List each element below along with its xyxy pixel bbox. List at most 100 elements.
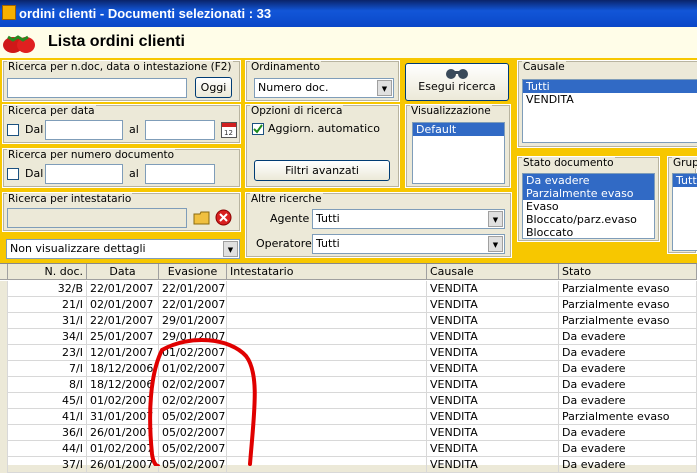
stato-item-bloccato-parz[interactable]: Bloccato/parz.evaso [523, 213, 654, 226]
row-selector[interactable] [0, 345, 8, 361]
chevron-down-icon[interactable]: ▼ [223, 241, 238, 257]
group-list[interactable]: Tutti [672, 173, 697, 251]
cell-data: 26/01/2007 [87, 425, 159, 441]
run-search-button[interactable]: Esegui ricerca [405, 63, 509, 101]
col-evasione[interactable]: Evasione [159, 264, 227, 280]
causale-list[interactable]: Tutti VENDITA [522, 79, 697, 143]
views-item-default[interactable]: Default [413, 123, 504, 136]
row-selector[interactable] [0, 377, 8, 393]
stato-item-evaso[interactable]: Evaso [523, 200, 654, 213]
row-selector[interactable] [0, 441, 8, 457]
ordering-select-value: Numero doc. [258, 81, 329, 94]
table-row[interactable]: 41/I 31/01/2007 05/02/2007 VENDITA Parzialme… [0, 409, 697, 425]
date-from-label: Dal [25, 123, 44, 136]
table-row[interactable]: 23/I 12/01/2007 01/02/2007 VENDITA Da evader… [0, 345, 697, 361]
number-to-label: al [129, 167, 139, 180]
col-stato[interactable]: Stato [559, 264, 697, 280]
date-to-input[interactable] [145, 120, 215, 140]
cell-stato: Parzialmente evaso [559, 281, 697, 297]
cell-stato: Parzialmente evaso [559, 313, 697, 329]
cell-evasione: 29/01/2007 [159, 313, 227, 329]
cell-ndoc: 34/I [8, 329, 87, 345]
chevron-down-icon[interactable]: ▼ [488, 236, 503, 252]
date-from-input[interactable] [45, 120, 123, 140]
cell-causale: VENDITA [427, 441, 559, 457]
cell-stato: Parzialmente evaso [559, 409, 697, 425]
ordering-select[interactable]: Numero doc. ▼ [254, 78, 394, 98]
auto-update-checkbox[interactable] [252, 123, 264, 135]
search-options-legend: Opzioni di ricerca [250, 105, 344, 117]
cell-intestatario [227, 313, 427, 329]
table-row[interactable]: 31/I 22/01/2007 29/01/2007 VENDITA Parzialme… [0, 313, 697, 329]
stato-list[interactable]: Da evadere Parzialmente evaso Evaso Bloc… [522, 173, 655, 239]
row-selector[interactable] [0, 457, 8, 473]
cell-stato: Parzialmente evaso [559, 297, 697, 313]
chevron-down-icon[interactable]: ▼ [377, 80, 392, 96]
number-search-checkbox[interactable] [7, 168, 19, 180]
row-selector[interactable] [0, 297, 8, 313]
cell-evasione: 02/02/2007 [159, 393, 227, 409]
cell-intestatario [227, 457, 427, 473]
cell-intestatario [227, 361, 427, 377]
col-intestatario[interactable]: Intestatario [227, 264, 427, 280]
cell-ndoc: 36/I [8, 425, 87, 441]
cell-evasione: 05/02/2007 [159, 457, 227, 473]
row-selector[interactable] [0, 393, 8, 409]
number-to-input[interactable] [145, 164, 215, 184]
table-row[interactable]: 21/I 02/01/2007 22/01/2007 VENDITA Parzialme… [0, 297, 697, 313]
cell-intestatario [227, 393, 427, 409]
holder-search-input[interactable] [7, 208, 187, 228]
row-selector[interactable] [0, 281, 8, 297]
advanced-filters-button[interactable]: Filtri avanzati [254, 160, 390, 181]
operator-select-value: Tutti [316, 237, 340, 250]
views-list[interactable]: Default [412, 122, 505, 184]
cell-causale: VENDITA [427, 345, 559, 361]
cell-intestatario [227, 345, 427, 361]
cell-data: 25/01/2007 [87, 329, 159, 345]
window-title: ordini clienti - Documenti selezionati :… [19, 6, 272, 21]
row-selector[interactable] [0, 409, 8, 425]
table-row[interactable]: 44/I 01/02/2007 05/02/2007 VENDITA Da evader… [0, 441, 697, 457]
stato-item-da-evadere[interactable]: Da evadere [523, 174, 654, 187]
cell-data: 18/12/2006 [87, 361, 159, 377]
col-data[interactable]: Data [87, 264, 159, 280]
folder-icon[interactable] [193, 209, 211, 226]
cell-data: 12/01/2007 [87, 345, 159, 361]
table-row[interactable]: 45/I 01/02/2007 02/02/2007 VENDITA Da evader… [0, 393, 697, 409]
operator-select[interactable]: Tutti ▼ [312, 234, 505, 254]
details-select[interactable]: Non visualizzare dettagli ▼ [6, 239, 240, 259]
date-search-checkbox[interactable] [7, 124, 19, 136]
title-bar: ordini clienti - Documenti selezionati :… [0, 0, 697, 27]
table-row[interactable]: 8/I 18/12/2006 02/02/2007 VENDITA Da evadere [0, 377, 697, 393]
table-row[interactable]: 37/I 26/01/2007 05/02/2007 VENDITA Da evader… [0, 457, 697, 473]
group-item-tutti[interactable]: Tutti [673, 174, 697, 187]
number-from-input[interactable] [45, 164, 123, 184]
calendar-icon[interactable]: 12 [221, 121, 237, 138]
cell-data: 22/01/2007 [87, 281, 159, 297]
row-selector[interactable] [0, 425, 8, 441]
cell-evasione: 22/01/2007 [159, 297, 227, 313]
chevron-down-icon[interactable]: ▼ [488, 211, 503, 227]
main-search-input[interactable] [7, 78, 187, 98]
stato-item-bloccato[interactable]: Bloccato [523, 226, 654, 238]
col-causale[interactable]: Causale [427, 264, 559, 280]
table-row[interactable]: 7/I 18/12/2006 01/02/2007 VENDITA Da evadere [0, 361, 697, 377]
causale-item-tutti[interactable]: Tutti [523, 80, 697, 93]
views-group: Visualizzazione Default [405, 104, 511, 188]
agent-select[interactable]: Tutti ▼ [312, 209, 505, 229]
causale-item-vendita[interactable]: VENDITA [523, 93, 697, 106]
today-button[interactable]: Oggi [195, 77, 232, 98]
number-search-group: Ricerca per numero documento Dal al [2, 148, 241, 188]
details-select-value: Non visualizzare dettagli [10, 242, 146, 255]
stato-item-parzialmente-evaso[interactable]: Parzialmente evaso [523, 187, 654, 200]
clear-icon[interactable] [215, 209, 232, 226]
table-row[interactable]: 34/I 25/01/2007 29/01/2007 VENDITA Da evader… [0, 329, 697, 345]
row-selector[interactable] [0, 329, 8, 345]
row-selector[interactable] [0, 313, 8, 329]
row-selector[interactable] [0, 361, 8, 377]
col-ndoc[interactable]: N. doc. [8, 264, 87, 280]
cell-causale: VENDITA [427, 457, 559, 473]
table-row[interactable]: 36/I 26/01/2007 05/02/2007 VENDITA Da evader… [0, 425, 697, 441]
cell-causale: VENDITA [427, 393, 559, 409]
table-row[interactable]: 32/B 22/01/2007 22/01/2007 VENDITA Parzialme… [0, 281, 697, 297]
